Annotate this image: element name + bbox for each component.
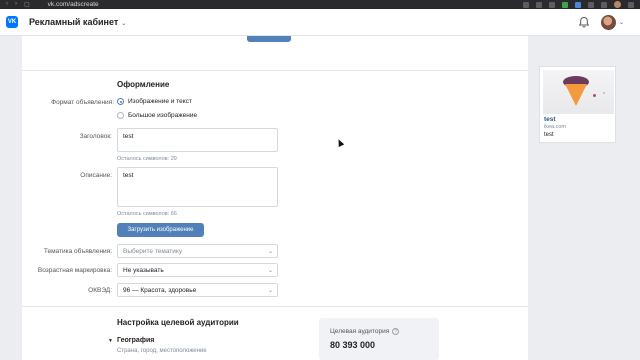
description-char-counter: Осталось символов: 66 [117, 211, 177, 217]
help-icon[interactable]: ? [392, 328, 400, 335]
extension-icon[interactable] [523, 1, 529, 8]
cabinet-switcher[interactable]: Рекламный кабинет ⌄ [29, 17, 126, 27]
format-option-large-image[interactable]: Большое изображение [117, 112, 197, 119]
geography-title: География [116, 337, 155, 344]
description-input[interactable]: test [117, 167, 278, 207]
ad-preview-description: test [544, 132, 554, 138]
ad-preview-image [543, 70, 614, 114]
age-select[interactable]: Не указывать ⌄ [117, 263, 278, 277]
headline-label: Заголовок: [79, 133, 112, 140]
extension-icon[interactable] [562, 1, 568, 8]
format-option-label: Изображение и текст [128, 98, 192, 105]
extension-icon[interactable] [601, 1, 607, 8]
browser-nav: ‹ › ▢ [6, 1, 30, 8]
section-divider [22, 306, 528, 307]
headline-char-counter: Осталось символов: 29 [117, 156, 177, 162]
chevron-down-icon: ⌄ [267, 268, 273, 274]
age-value: Не указывать [123, 267, 164, 274]
design-section-title: Оформление [117, 80, 170, 89]
forward-icon[interactable]: › [15, 1, 17, 8]
okved-label: ОКВЭД: [88, 287, 112, 294]
chevron-down-icon: ⌄ [267, 249, 273, 255]
tabs-icon[interactable]: ▢ [24, 1, 30, 8]
audience-section-title: Настройка целевой аудитории [117, 318, 239, 327]
browser-toolbar: ‹ › ▢ vk.com/adscreate [0, 0, 640, 9]
format-label: Формат объявления: [51, 99, 114, 106]
okved-value: 96 — Красота, здоровье [123, 287, 197, 294]
previous-step-button[interactable] [247, 36, 291, 42]
extension-icon[interactable] [549, 1, 555, 8]
description-label: Описание: [80, 172, 112, 179]
format-option-image-text[interactable]: Изображение и текст [117, 98, 192, 105]
topic-label: Тематика объявления: [43, 248, 112, 255]
topic-select[interactable]: Выберите тематику ⌄ [117, 244, 278, 258]
back-icon[interactable]: ‹ [6, 1, 8, 8]
okved-select[interactable]: 96 — Красота, здоровье ⌄ [117, 283, 278, 297]
geography-subtitle: Страна, город, местоположение [117, 348, 207, 354]
triangle-down-icon: ▼ [108, 338, 113, 344]
vk-logo-icon[interactable]: VK [6, 16, 18, 28]
chevron-down-icon: ⌄ [267, 288, 273, 294]
target-audience-header: Целевая аудитория ? [330, 328, 400, 335]
geography-toggle[interactable]: ▼ География [108, 337, 154, 344]
radio-unchecked-icon[interactable] [117, 112, 124, 119]
extensions-bar [523, 1, 634, 8]
age-label: Возрастная маркировка: [37, 267, 112, 274]
site-header: VK Рекламный кабинет ⌄ ⌄ [0, 9, 640, 36]
extension-icon[interactable] [536, 1, 542, 8]
menu-icon[interactable] [628, 1, 634, 8]
chevron-down-icon: ⌄ [121, 21, 127, 27]
upload-image-button[interactable]: Загрузить изображение [117, 223, 204, 237]
extension-icon[interactable] [588, 1, 594, 8]
address-bar[interactable]: vk.com/adscreate [48, 1, 99, 8]
audience-summary-box [319, 318, 439, 360]
cabinet-title: Рекламный кабинет [29, 17, 119, 27]
extension-icon[interactable] [575, 1, 581, 8]
ad-preview-title[interactable]: test [544, 116, 556, 123]
ad-preview-domain: ikea.com [544, 124, 567, 130]
chevron-down-icon[interactable]: ⌄ [619, 19, 624, 26]
browser-profile-icon[interactable] [614, 1, 621, 8]
format-option-label: Большое изображение [128, 112, 198, 119]
headline-input[interactable]: test [117, 128, 278, 152]
user-avatar[interactable] [601, 15, 616, 30]
target-audience-value: 80 393 000 [330, 340, 376, 350]
target-audience-label: Целевая аудитория [330, 328, 390, 335]
section-divider [22, 70, 528, 71]
ad-preview-card: test ikea.com test [539, 66, 616, 143]
bell-icon[interactable] [578, 16, 590, 28]
topic-placeholder: Выберите тематику [123, 248, 183, 255]
radio-checked-icon[interactable] [117, 98, 124, 105]
